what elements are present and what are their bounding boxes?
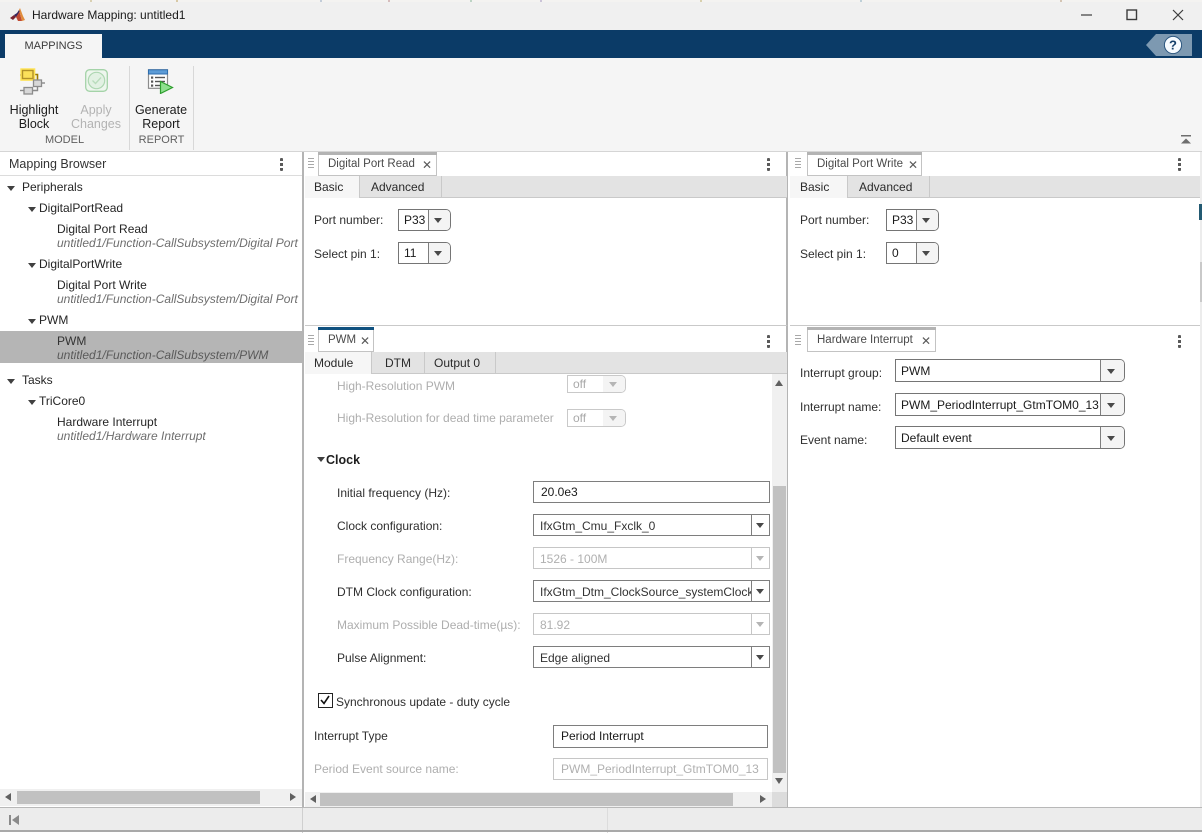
svg-text:?: ? <box>1169 38 1177 53</box>
